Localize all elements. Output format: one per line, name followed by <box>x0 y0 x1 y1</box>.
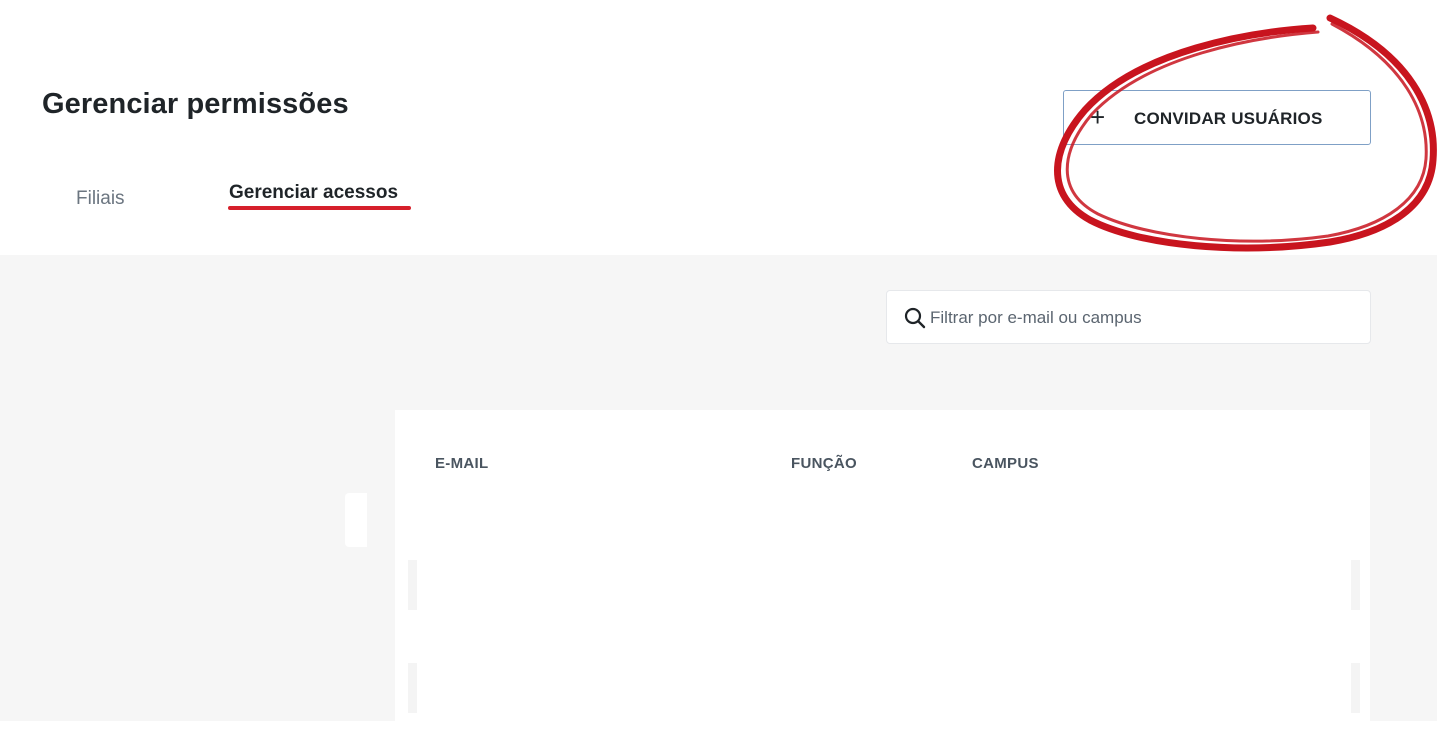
table-row-edge <box>408 663 417 713</box>
search-input[interactable] <box>930 305 1350 331</box>
tab-filiais[interactable]: Filiais <box>76 188 125 210</box>
table-row-edge <box>408 560 417 610</box>
tab-gerenciar-acessos[interactable]: Gerenciar acessos <box>229 182 398 204</box>
column-header-email[interactable]: E-MAIL <box>435 455 488 472</box>
column-header-campus[interactable]: CAMPUS <box>972 455 1039 472</box>
search-icon <box>904 307 926 329</box>
side-panel-tab[interactable] <box>345 493 367 547</box>
invite-users-label: CONVIDAR USUÁRIOS <box>1134 109 1323 128</box>
content-area: E-MAIL FUNÇÃO CAMPUS <box>0 255 1437 740</box>
search-box[interactable] <box>886 290 1371 344</box>
active-tab-indicator <box>228 206 411 210</box>
invite-users-button[interactable]: + CONVIDAR USUÁRIOS <box>1063 90 1371 145</box>
page-header: Gerenciar permissões + CONVIDAR USUÁRIOS… <box>0 0 1437 255</box>
plus-icon: + <box>1090 102 1106 132</box>
table-row-edge <box>1351 560 1360 610</box>
page-title: Gerenciar permissões <box>42 88 349 120</box>
column-header-funcao[interactable]: FUNÇÃO <box>791 455 857 472</box>
users-table: E-MAIL FUNÇÃO CAMPUS <box>395 410 1370 740</box>
table-row-edge <box>1351 663 1360 713</box>
